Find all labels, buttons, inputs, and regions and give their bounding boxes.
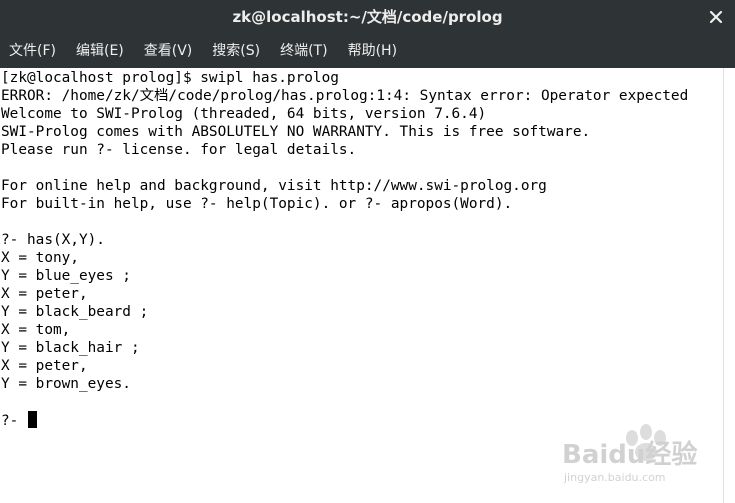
terminal-line: For built-in help, use ?- help(Topic). o… — [1, 196, 513, 212]
menu-help[interactable]: 帮助(H) — [342, 35, 403, 68]
menu-edit[interactable]: 编辑(E) — [70, 35, 130, 68]
prompt-text: ?- — [1, 413, 27, 429]
watermark-logo: Baidu经验 jingyan.baidu.com — [562, 424, 712, 490]
window-title: zk@localhost:~/文档/code/prolog — [232, 8, 503, 26]
terminal-line: X = tony, — [1, 250, 79, 266]
menu-view[interactable]: 查看(V) — [138, 35, 199, 68]
terminal-line: Please run ?- license. for legal details… — [1, 142, 357, 158]
terminal-line: X = peter, — [1, 358, 88, 374]
close-icon — [709, 10, 723, 24]
terminal-line: For online help and background, visit ht… — [1, 178, 547, 194]
terminal-line: Y = black_hair ; — [1, 340, 140, 356]
terminal-line: SWI-Prolog comes with ABSOLUTELY NO WARR… — [1, 124, 591, 140]
text-cursor — [28, 411, 37, 428]
terminal-line: Y = black_beard ; — [1, 304, 149, 320]
terminal-line: X = peter, — [1, 286, 88, 302]
terminal-line: ERROR: /home/zk/文档/code/prolog/has.prolo… — [1, 88, 689, 104]
watermark-url: jingyan.baidu.com — [564, 471, 666, 484]
terminal-line: X = tom, — [1, 322, 71, 338]
terminal-line: Y = blue_eyes ; — [1, 268, 131, 284]
terminal-line: Y = brown_eyes. — [1, 376, 131, 392]
scrollbar[interactable] — [723, 68, 735, 503]
terminal-line: ?- has(X,Y). — [1, 232, 105, 248]
terminal-window: zk@localhost:~/文档/code/prolog 文件(F) 编辑(E… — [0, 0, 735, 503]
menu-terminal[interactable]: 终端(T) — [274, 35, 333, 68]
menu-file[interactable]: 文件(F) — [3, 35, 62, 68]
title-bar: zk@localhost:~/文档/code/prolog — [0, 0, 735, 35]
terminal-line: [zk@localhost prolog]$ swipl has.prolog — [1, 70, 339, 86]
terminal-line: Welcome to SWI-Prolog (threaded, 64 bits… — [1, 106, 487, 122]
close-button[interactable] — [705, 6, 727, 28]
menu-search[interactable]: 搜索(S) — [206, 35, 266, 68]
menu-bar: 文件(F) 编辑(E) 查看(V) 搜索(S) 终端(T) 帮助(H) — [0, 35, 735, 68]
watermark-brand: Baidu经验 — [562, 440, 698, 470]
